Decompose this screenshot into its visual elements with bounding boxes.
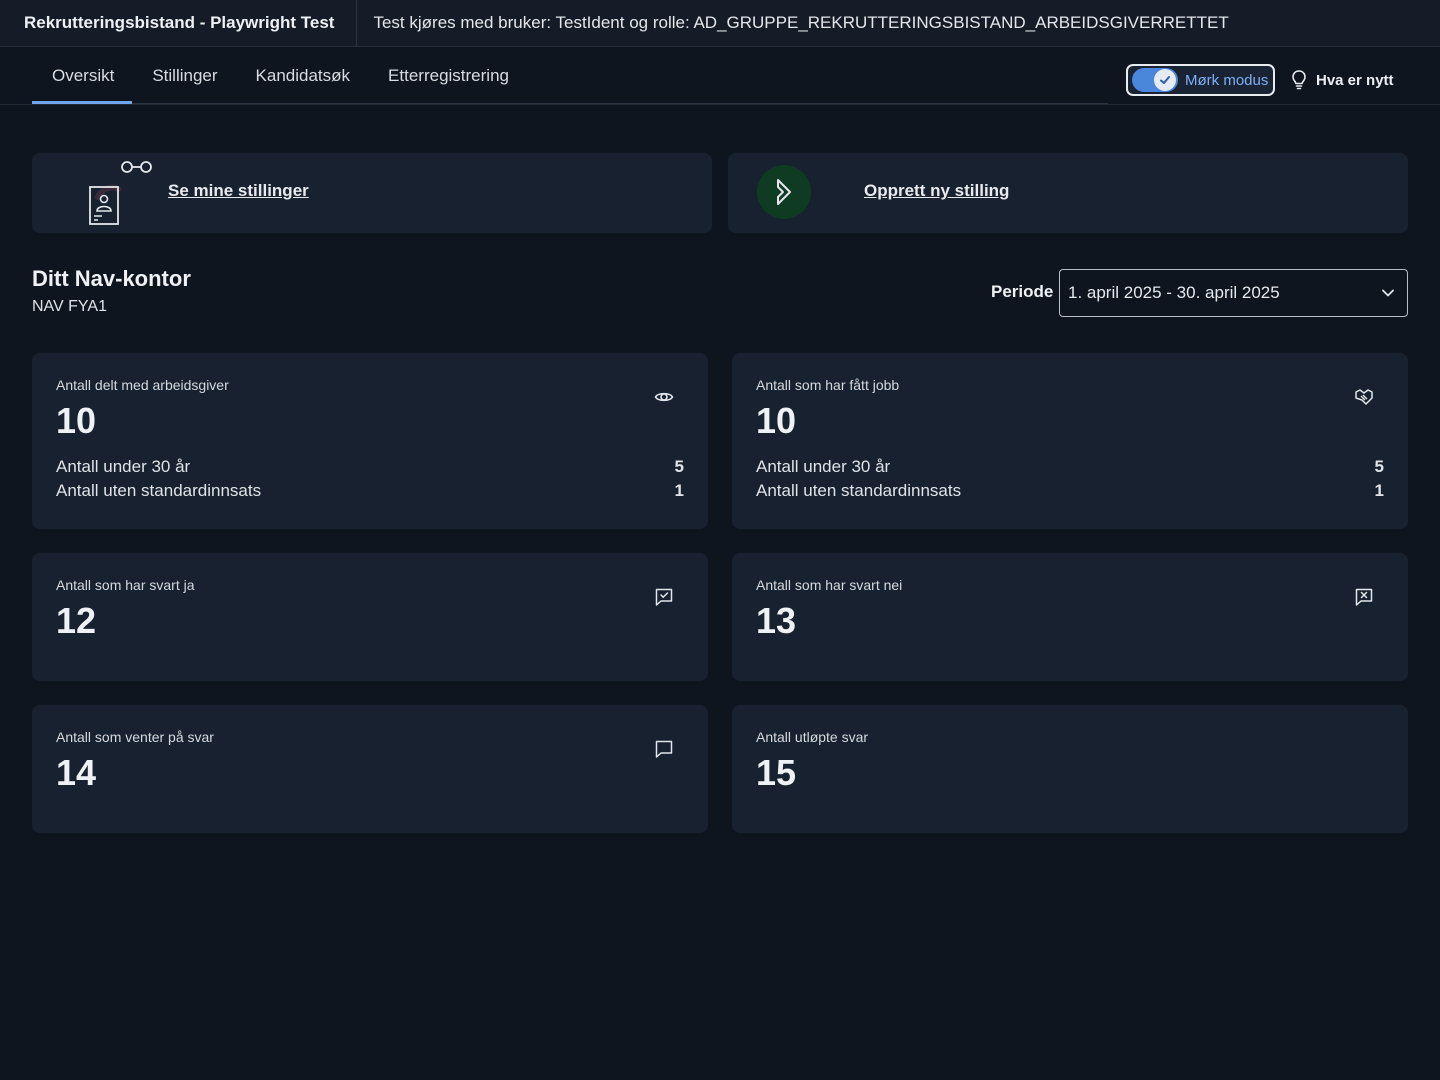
whats-new-label: Hva er nytt bbox=[1316, 71, 1394, 89]
period-label: Periode bbox=[991, 282, 1054, 301]
toggle-track bbox=[1132, 68, 1178, 92]
stat-card-got-job: Antall som har fått jobb 10 Antall under… bbox=[732, 353, 1408, 529]
office-name: NAV FYA1 bbox=[32, 298, 107, 315]
test-user-info: Test kjøres med bruker: TestIdent og rol… bbox=[373, 13, 1229, 32]
sub-row-label: Antall under 30 år bbox=[56, 457, 191, 476]
create-position-link[interactable]: Opprett ny stilling bbox=[864, 181, 1009, 201]
period-value: 1. april 2025 - 30. april 2025 bbox=[1068, 283, 1280, 302]
chevron-down-icon bbox=[1382, 289, 1394, 297]
sub-row-value: 5 bbox=[674, 457, 684, 476]
sub-row: Antall uten standardinnsats 1 bbox=[56, 481, 684, 501]
main-navigation: Oversikt Stillinger Kandidatsøk Etterreg… bbox=[0, 48, 1440, 105]
tab-stillinger[interactable]: Stillinger bbox=[132, 48, 235, 104]
stat-label: Antall som har fått jobb bbox=[756, 377, 900, 393]
stat-value: 13 bbox=[756, 600, 797, 641]
stat-card-answered-yes: Antall som har svart ja 12 bbox=[32, 553, 708, 681]
stat-label: Antall som har svart nei bbox=[756, 577, 903, 593]
sub-row-label: Antall uten standardinnsats bbox=[56, 481, 262, 500]
stat-card-shared: Antall delt med arbeidsgiver 10 Antall u… bbox=[32, 353, 708, 529]
whats-new-button[interactable]: Hva er nytt bbox=[1290, 66, 1394, 94]
stat-value: 15 bbox=[756, 752, 797, 793]
chat-icon bbox=[655, 740, 673, 758]
office-title: Ditt Nav-kontor bbox=[32, 266, 191, 291]
sub-row: Antall under 30 år 5 bbox=[56, 457, 684, 477]
app-title[interactable]: Rekrutteringsbistand - Playwright Test bbox=[0, 0, 358, 47]
stat-label: Antall utløpte svar bbox=[756, 729, 869, 745]
chat-x-icon bbox=[1355, 588, 1373, 606]
tab-etterregistrering[interactable]: Etterregistrering bbox=[368, 48, 527, 104]
checkmark-icon bbox=[1154, 69, 1176, 91]
sub-row-value: 1 bbox=[674, 481, 684, 500]
arrow-forward-icon bbox=[757, 165, 811, 219]
stat-label: Antall som venter på svar bbox=[56, 729, 214, 745]
sub-row-value: 1 bbox=[1374, 481, 1384, 500]
stat-label: Antall delt med arbeidsgiver bbox=[56, 377, 229, 393]
tab-oversikt[interactable]: Oversikt bbox=[32, 48, 133, 104]
sub-row: Antall uten standardinnsats 1 bbox=[756, 481, 1384, 501]
eye-icon bbox=[654, 392, 674, 402]
stat-value: 14 bbox=[56, 752, 97, 793]
sub-row: Antall under 30 år 5 bbox=[756, 457, 1384, 477]
stat-value: 12 bbox=[56, 600, 97, 641]
binoculars-document-icon bbox=[89, 161, 152, 225]
sub-row-label: Antall uten standardinnsats bbox=[756, 481, 962, 500]
lightbulb-icon bbox=[1292, 70, 1306, 90]
chat-check-icon bbox=[655, 588, 673, 606]
stat-value: 10 bbox=[756, 400, 797, 441]
dark-mode-toggle[interactable]: Mørk modus bbox=[1126, 64, 1275, 96]
sub-row-label: Antall under 30 år bbox=[756, 457, 891, 476]
stat-card-waiting: Antall som venter på svar 14 bbox=[32, 705, 708, 833]
stat-label: Antall som har svart ja bbox=[56, 577, 195, 593]
tab-kandidatsok[interactable]: Kandidatsøk bbox=[236, 48, 369, 104]
stat-card-answered-no: Antall som har svart nei 13 bbox=[732, 553, 1408, 681]
my-positions-link[interactable]: Se mine stillinger bbox=[168, 181, 309, 201]
handshake-icon bbox=[1355, 389, 1373, 405]
stat-value: 10 bbox=[56, 400, 97, 441]
sub-row-value: 5 bbox=[1374, 457, 1384, 476]
stat-card-expired: Antall utløpte svar 15 bbox=[732, 705, 1408, 833]
top-header: Rekrutteringsbistand - Playwright Test T… bbox=[0, 0, 1440, 47]
my-positions-card: Se mine stillinger bbox=[32, 153, 712, 233]
dark-mode-label: Mørk modus bbox=[1185, 71, 1269, 89]
tab-list: Oversikt Stillinger Kandidatsøk Etterreg… bbox=[32, 48, 527, 104]
period-select[interactable]: 1. april 2025 - 30. april 2025 bbox=[1059, 269, 1408, 317]
create-position-card: Opprett ny stilling bbox=[728, 153, 1408, 233]
